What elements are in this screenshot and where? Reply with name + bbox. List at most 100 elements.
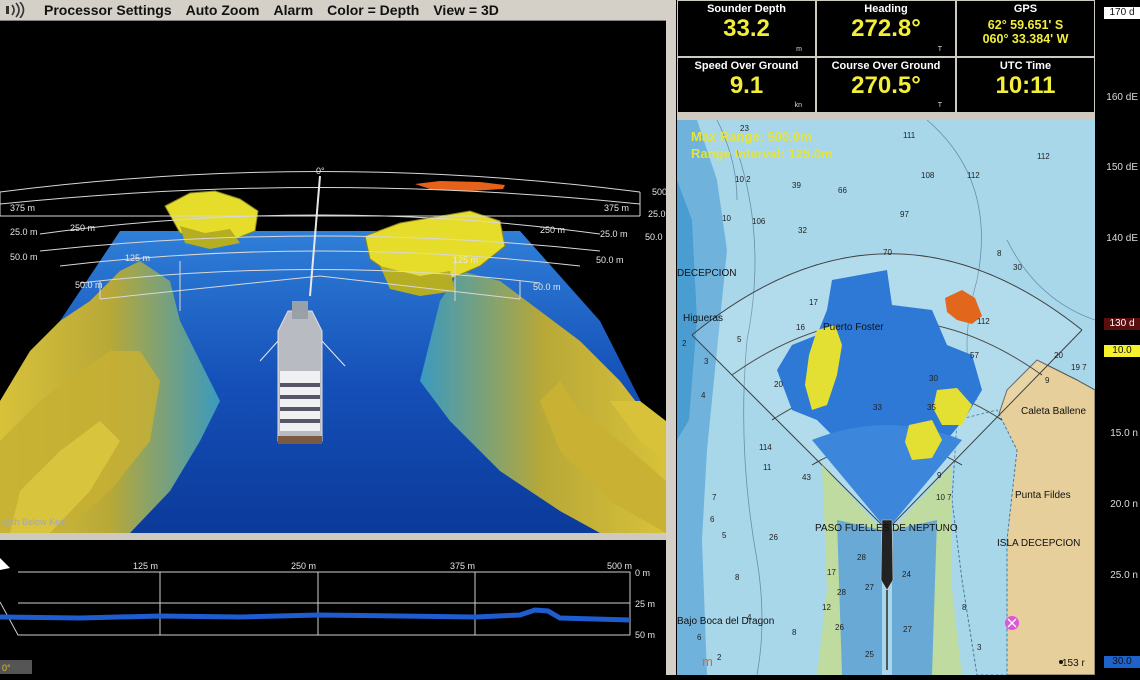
sounding: 39 [792, 181, 801, 190]
sounding: 114 [759, 443, 772, 452]
panel-value: 10:11 [995, 72, 1056, 99]
sounding: 24 [902, 570, 911, 579]
range-tick: 125 m [133, 561, 158, 571]
place-name: Caleta Ballene [1021, 406, 1086, 417]
place-name: ISLA DECEPCION [997, 538, 1080, 549]
sounding: 33 [873, 403, 882, 412]
sounding: 35 [927, 403, 936, 412]
range-interval-label: Range Interval: 125.0m [691, 146, 833, 161]
depth-profile-view[interactable]: 0° 125 m 250 m 375 m 500 m 0 m 25 m 50 m [0, 540, 666, 675]
sounding: 10 2 [735, 175, 751, 184]
speed-over-ground-panel: Speed Over Ground 9.1 kn [677, 57, 816, 113]
sounding: 23 [740, 124, 749, 133]
panel-unit: kn [794, 102, 802, 109]
panel-unit: m [796, 46, 802, 53]
gps-longitude: 060° 33.384' W [982, 32, 1069, 46]
sounding: 2 [682, 339, 687, 348]
sounding: 7 [712, 493, 717, 502]
sounding: 70 [883, 248, 892, 257]
sounding: 27 [903, 625, 912, 634]
sounding: 17 [827, 568, 836, 577]
sounding: 28 [837, 588, 846, 597]
menu-view-3d[interactable]: View = 3D [433, 2, 499, 18]
sounding: 5 [722, 531, 727, 540]
panel-label: UTC Time [999, 60, 1052, 72]
scale-label: 140 dE [1106, 233, 1138, 244]
scale-label: 15.0 n [1110, 428, 1138, 439]
sounding: 26 [769, 533, 778, 542]
scale-label: 160 dE [1106, 92, 1138, 103]
sounding: 30 [1013, 263, 1022, 272]
panel-label: Speed Over Ground [694, 60, 799, 72]
sounding: 32 [798, 226, 807, 235]
nautical-chart[interactable]: Max Range: 500.0m Range Interval: 125.0m… [677, 120, 1095, 675]
sounding: 3 [704, 357, 709, 366]
sounding: 25 [865, 650, 874, 659]
chart-map: Max Range: 500.0m Range Interval: 125.0m… [677, 120, 1095, 675]
sounding: 30 [929, 374, 938, 383]
vertical-splitter[interactable] [666, 0, 676, 675]
depth-label: 50.0 m [75, 280, 103, 290]
sonar-3d-view[interactable]: 0° 500 375 m 250 m 125 m 375 m 250 m 125… [0, 21, 666, 533]
panel-unit: T [937, 102, 942, 109]
menu-processor-settings[interactable]: Processor Settings [44, 2, 172, 18]
depth-label: 50.0 m [10, 252, 38, 262]
scale-label: 150 dE [1106, 162, 1138, 173]
depth-label: 25.0 m [10, 227, 38, 237]
sounding: 8 [997, 249, 1002, 258]
depth-label: 25.0 [648, 209, 666, 219]
panel-unit: T [937, 46, 942, 53]
depth-below-keel-label: epth Below Keel [2, 517, 67, 527]
sounding: 108 [921, 171, 935, 180]
scale-red-box: 130 d [1104, 318, 1140, 330]
utc-time-panel: UTC Time 10:11 [956, 57, 1095, 113]
bottom-readout: 153 r [1062, 658, 1085, 669]
sounding: 3 [977, 643, 982, 652]
panel-value: 270.5° [851, 72, 921, 99]
sounding: 6 [697, 633, 702, 642]
place-name: Punta Fildes [1015, 490, 1071, 501]
angle-label: 0° [316, 166, 325, 176]
angle-readout: 0° [2, 663, 11, 673]
sounding: 8 [962, 603, 967, 612]
sounding: 43 [802, 473, 811, 482]
sounding: 112 [967, 171, 980, 180]
sonar-3d-scene: 0° 500 375 m 250 m 125 m 375 m 250 m 125… [0, 166, 666, 533]
place-name: DECEPCION [677, 268, 736, 279]
scale-blue-box: 30.0 [1104, 656, 1140, 668]
sounding: 4 [747, 613, 752, 622]
scale-label: 20.0 n [1110, 499, 1138, 510]
sounding: 111 [903, 131, 916, 140]
menu-color-depth[interactable]: Color = Depth [327, 2, 419, 18]
sounding: 10 [722, 214, 731, 223]
color-scale: 170 d 160 dE 150 dE 140 dE 130 d 10.0 15… [1096, 0, 1140, 675]
sounding: 9 [937, 471, 942, 480]
depth-label: 50.0 m [596, 255, 624, 265]
sounding: 26 [835, 623, 844, 632]
sounding: 16 [796, 323, 805, 332]
sounding: 8 [792, 628, 797, 637]
sounding: 6 [710, 515, 715, 524]
chart-splitter[interactable] [677, 113, 1095, 120]
sounding: 2 [717, 653, 722, 662]
place-name: PASO FUELLES DE NEPTUNO [815, 523, 958, 534]
panel-value: 9.1 [729, 72, 764, 99]
signal-icon[interactable] [0, 2, 34, 18]
gps-latitude: 62° 59.651' S [987, 18, 1064, 32]
sounder-depth-panel: Sounder Depth 33.2 m [677, 0, 816, 57]
place-name: Puerto Foster [823, 322, 884, 333]
top-right-label: 500 [652, 187, 666, 197]
menu-alarm[interactable]: Alarm [273, 2, 313, 18]
depth-tick: 0 m [635, 568, 650, 578]
range-label: 375 m [10, 203, 35, 213]
bottom-profile-line [0, 607, 631, 623]
sounding: 5 [737, 335, 742, 344]
chart-mark: m [702, 654, 713, 669]
depth-label: 50.0 [645, 232, 663, 242]
sounding: 10 7 [936, 493, 952, 502]
horizontal-splitter[interactable] [0, 533, 666, 540]
range-tick: 500 m [607, 561, 632, 571]
menu-auto-zoom[interactable]: Auto Zoom [186, 2, 260, 18]
max-range-label: Max Range: 500.0m [691, 129, 812, 144]
panel-label: Course Over Ground [831, 60, 941, 72]
